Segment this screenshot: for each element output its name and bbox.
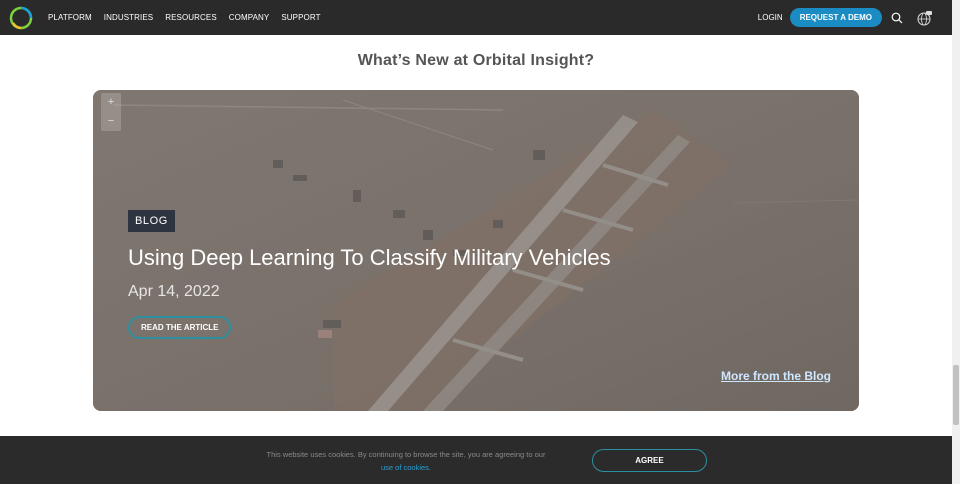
- request-demo-button[interactable]: REQUEST A DEMO: [789, 8, 882, 27]
- nav-item-resources[interactable]: RESOURCES: [165, 13, 217, 22]
- featured-article-card: + − BLOG Using Deep Learning To Classify…: [93, 90, 859, 411]
- zoom-out-button[interactable]: −: [101, 112, 121, 131]
- nav-item-support[interactable]: SUPPORT: [281, 13, 320, 22]
- logo-icon[interactable]: [9, 6, 33, 30]
- section-heading: What’s New at Orbital Insight?: [357, 52, 595, 69]
- agree-button[interactable]: AGREE: [592, 449, 707, 472]
- read-article-button[interactable]: READ THE ARTICLE: [128, 316, 232, 339]
- map-zoom-control: + −: [101, 93, 121, 131]
- page: PLATFORM INDUSTRIES RESOURCES COMPANY SU…: [0, 0, 960, 484]
- cookie-banner: This website uses cookies. By continuing…: [0, 436, 952, 484]
- more-from-blog-link[interactable]: More from the Blog: [721, 369, 831, 383]
- cookie-message: This website uses cookies. By continuing…: [240, 448, 572, 474]
- article-title[interactable]: Using Deep Learning To Classify Military…: [128, 245, 611, 271]
- category-badge: BLOG: [128, 210, 175, 232]
- article-date: Apr 14, 2022: [128, 283, 220, 300]
- globe-icon[interactable]: [916, 10, 932, 26]
- nav-item-company[interactable]: COMPANY: [229, 13, 270, 22]
- nav-item-platform[interactable]: PLATFORM: [48, 13, 92, 22]
- cookie-text: This website uses cookies. By continuing…: [266, 450, 546, 459]
- nav-menu: PLATFORM INDUSTRIES RESOURCES COMPANY SU…: [48, 0, 321, 35]
- cookie-policy-link[interactable]: use of cookies.: [381, 463, 431, 472]
- page-scrollbar[interactable]: [952, 0, 960, 484]
- search-icon[interactable]: [891, 12, 903, 24]
- zoom-in-button[interactable]: +: [101, 93, 121, 112]
- scrollbar-thumb[interactable]: [953, 365, 959, 425]
- nav-item-industries[interactable]: INDUSTRIES: [104, 13, 153, 22]
- nav-actions: LOGIN REQUEST A DEMO: [758, 0, 932, 35]
- top-navigation: PLATFORM INDUSTRIES RESOURCES COMPANY SU…: [0, 0, 952, 35]
- login-link[interactable]: LOGIN: [758, 13, 783, 22]
